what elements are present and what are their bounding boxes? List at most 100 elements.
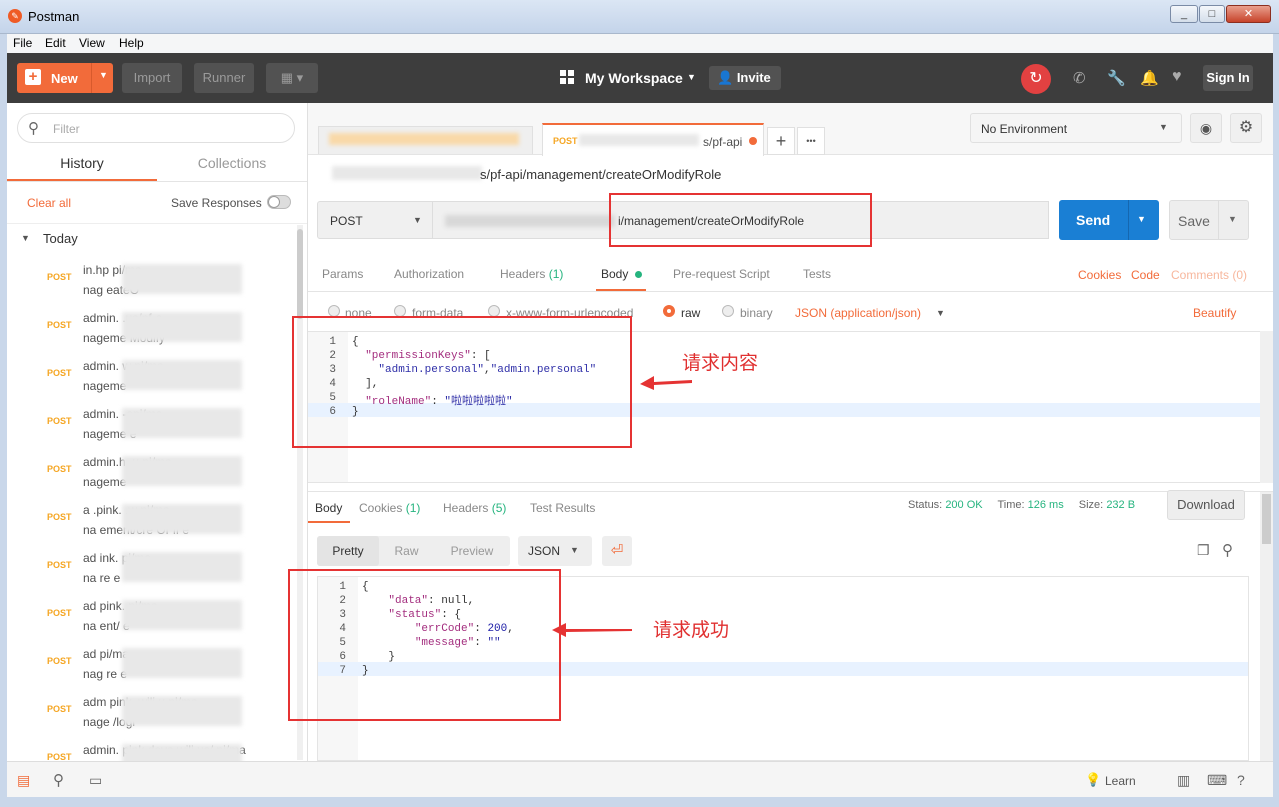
response-tab-test-results[interactable]: Test Results xyxy=(530,501,595,515)
view-pretty[interactable]: Pretty xyxy=(317,536,379,566)
status-label: Status: xyxy=(908,499,943,511)
new-window-button[interactable]: ▦ ▾ xyxy=(266,63,318,93)
request-annotation: 请求内容 xyxy=(682,353,759,374)
chevron-down-icon: ▼ xyxy=(1159,122,1168,132)
heart-icon[interactable]: ♥ xyxy=(1172,68,1182,86)
new-tab-button[interactable]: + xyxy=(767,127,795,155)
sync-icon[interactable]: ↻ xyxy=(1021,64,1051,94)
radio-raw[interactable] xyxy=(663,305,675,317)
minimize-button[interactable]: _ xyxy=(1170,5,1198,23)
copy-icon[interactable]: ❐ xyxy=(1197,542,1210,559)
tab-body-label: Body xyxy=(601,267,629,281)
find-icon[interactable]: ⚲ xyxy=(53,771,64,789)
view-preview[interactable]: Preview xyxy=(434,536,510,566)
comments-link[interactable]: Comments (0) xyxy=(1171,268,1247,282)
tab-pre-request-script[interactable]: Pre-request Script xyxy=(673,267,770,281)
request-tab-1[interactable] xyxy=(318,126,533,154)
content-type-select[interactable]: JSON (application/json) xyxy=(795,306,921,320)
save-button[interactable]: Save ▼ xyxy=(1169,200,1249,240)
history-item-method: POST xyxy=(47,464,72,474)
history-group-today[interactable]: Today xyxy=(43,231,78,246)
invite-label: Invite xyxy=(736,70,771,85)
history-item-method: POST xyxy=(47,704,72,714)
method-select[interactable]: POST ▼ xyxy=(317,201,433,239)
code-link[interactable]: Code xyxy=(1131,268,1160,282)
format-label: JSON xyxy=(528,544,561,558)
main-scrollbar[interactable] xyxy=(1260,492,1273,761)
response-tab-body[interactable]: Body xyxy=(315,501,342,515)
import-button[interactable]: Import xyxy=(122,63,182,93)
beautify-link[interactable]: Beautify xyxy=(1193,306,1236,320)
send-button[interactable]: Send ▼ xyxy=(1059,200,1159,240)
menu-help[interactable]: Help xyxy=(119,36,144,50)
bell-icon[interactable]: 🔔 xyxy=(1140,69,1159,87)
tab-body[interactable]: Body xyxy=(601,267,642,281)
body-type-raw[interactable]: raw xyxy=(681,306,700,320)
redacted-region xyxy=(122,696,242,726)
divider xyxy=(308,491,1273,492)
maximize-button[interactable]: □ xyxy=(1199,5,1225,23)
close-button[interactable]: ✕ xyxy=(1226,5,1271,23)
response-tab-headers[interactable]: Headers (5) xyxy=(443,501,506,515)
satellite-icon[interactable]: ✆ xyxy=(1073,69,1086,87)
response-cookies-count: (1) xyxy=(405,501,421,515)
sidebar-toggle-icon[interactable]: ▤ xyxy=(17,772,30,789)
wrap-lines-icon[interactable]: ⏎ xyxy=(602,536,632,566)
keyboard-icon[interactable]: ⌨ xyxy=(1207,772,1227,789)
redacted-region xyxy=(122,648,242,678)
gear-icon[interactable]: ⚙ xyxy=(1230,113,1262,143)
help-icon[interactable]: ? xyxy=(1237,772,1245,788)
tab-tests[interactable]: Tests xyxy=(803,267,831,281)
response-format-select[interactable]: JSON ▼ xyxy=(518,536,592,566)
tab-params[interactable]: Params xyxy=(322,267,363,281)
layout-icon[interactable]: ▥ xyxy=(1177,772,1190,789)
wrench-icon[interactable]: 🔧 xyxy=(1107,69,1126,87)
menu-view[interactable]: View xyxy=(79,36,105,50)
chevron-down-icon[interactable]: ▼ xyxy=(936,308,945,318)
download-button[interactable]: Download xyxy=(1167,490,1245,520)
radio-binary[interactable] xyxy=(722,305,734,317)
history-item-method: POST xyxy=(47,272,72,282)
workspace-chevron-icon[interactable]: ▼ xyxy=(687,72,696,82)
filter-placeholder: Filter xyxy=(53,122,80,136)
new-button[interactable]: + New ▼ xyxy=(17,63,113,93)
chevron-down-icon[interactable]: ▼ xyxy=(1137,214,1146,224)
divider xyxy=(308,291,1273,292)
lightbulb-icon: 💡 xyxy=(1085,772,1102,787)
runner-button[interactable]: Runner xyxy=(194,63,254,93)
filter-field[interactable]: ⚲ Filter xyxy=(17,113,295,143)
tab-headers[interactable]: Headers (1) xyxy=(500,267,563,281)
request-tab-2[interactable]: POST s/pf-api xyxy=(542,123,764,156)
new-divider xyxy=(91,63,92,93)
clear-all-link[interactable]: Clear all xyxy=(27,196,71,210)
workspace-selector[interactable]: My Workspace xyxy=(585,70,683,86)
menu-bar: File Edit View Help xyxy=(7,34,1273,53)
tab-history[interactable]: History xyxy=(7,155,157,171)
learn-link[interactable]: Learn xyxy=(1105,774,1136,788)
redacted-region xyxy=(122,360,242,390)
editor-scrollbar[interactable] xyxy=(1260,331,1273,483)
body-type-binary[interactable]: binary xyxy=(740,306,773,320)
main-toolbar: + New ▼ Import Runner ▦ ▾ My Workspace ▼… xyxy=(7,53,1273,103)
request-title[interactable]: s/pf-api/management/createOrModifyRole xyxy=(480,167,721,182)
search-icon[interactable]: ⚲ xyxy=(1222,541,1233,559)
console-icon[interactable]: ▭ xyxy=(89,772,102,789)
response-annotation: 请求成功 xyxy=(653,620,730,641)
environment-select[interactable]: No Environment ▼ xyxy=(970,113,1182,143)
cookies-link[interactable]: Cookies xyxy=(1078,268,1121,282)
eye-icon[interactable]: ◉ xyxy=(1190,113,1222,143)
chevron-down-icon[interactable]: ▼ xyxy=(99,70,108,80)
view-raw[interactable]: Raw xyxy=(379,536,434,566)
save-responses-toggle[interactable] xyxy=(267,195,291,209)
response-tab-cookies[interactable]: Cookies (1) xyxy=(359,501,420,515)
tab-collections[interactable]: Collections xyxy=(157,155,307,171)
menu-file[interactable]: File xyxy=(13,36,32,50)
invite-button[interactable]: 👤 Invite xyxy=(709,66,781,90)
menu-edit[interactable]: Edit xyxy=(45,36,66,50)
chevron-down-icon[interactable]: ▼ xyxy=(21,233,30,243)
chevron-down-icon[interactable]: ▼ xyxy=(1228,214,1237,224)
response-arrow-icon xyxy=(552,623,632,637)
sign-in-button[interactable]: Sign In xyxy=(1203,65,1253,91)
tab-authorization[interactable]: Authorization xyxy=(394,267,464,281)
more-tabs-button[interactable]: ••• xyxy=(797,127,825,155)
